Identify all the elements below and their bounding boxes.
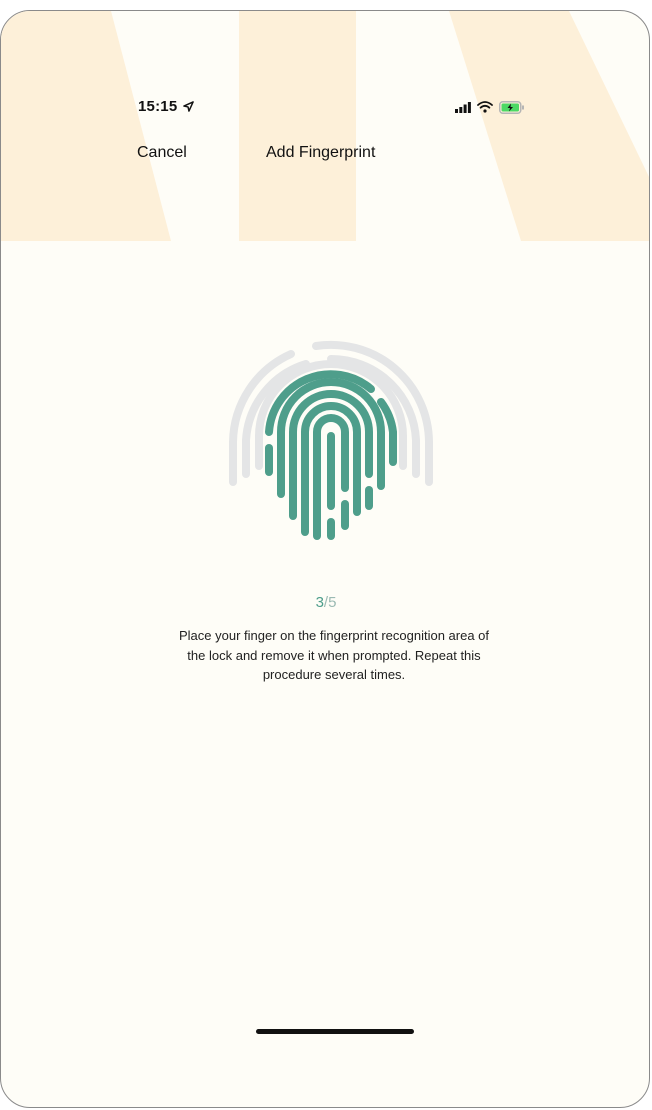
cellular-signal-icon — [455, 101, 471, 113]
current-step: 3 — [315, 594, 324, 611]
home-indicator[interactable] — [256, 1029, 414, 1034]
battery-charging-icon — [499, 100, 524, 114]
header-decoration — [1, 11, 649, 241]
status-icons — [455, 99, 525, 115]
status-time: 15:15 — [138, 98, 194, 115]
location-arrow-icon — [182, 101, 194, 112]
enrollment-instructions: Place your finger on the fingerprint rec… — [178, 628, 490, 682]
wifi-icon — [477, 101, 493, 113]
total-steps: 5 — [328, 594, 337, 611]
phone-screen: 15:15 Cancel Add Fingerprint 3/5 Place y… — [0, 10, 650, 1108]
fingerprint-icon — [229, 340, 433, 540]
cancel-button[interactable]: Cancel — [137, 144, 187, 162]
page-title: Add Fingerprint — [266, 144, 376, 161]
enrollment-step-counter: 3/5 — [1, 594, 649, 611]
